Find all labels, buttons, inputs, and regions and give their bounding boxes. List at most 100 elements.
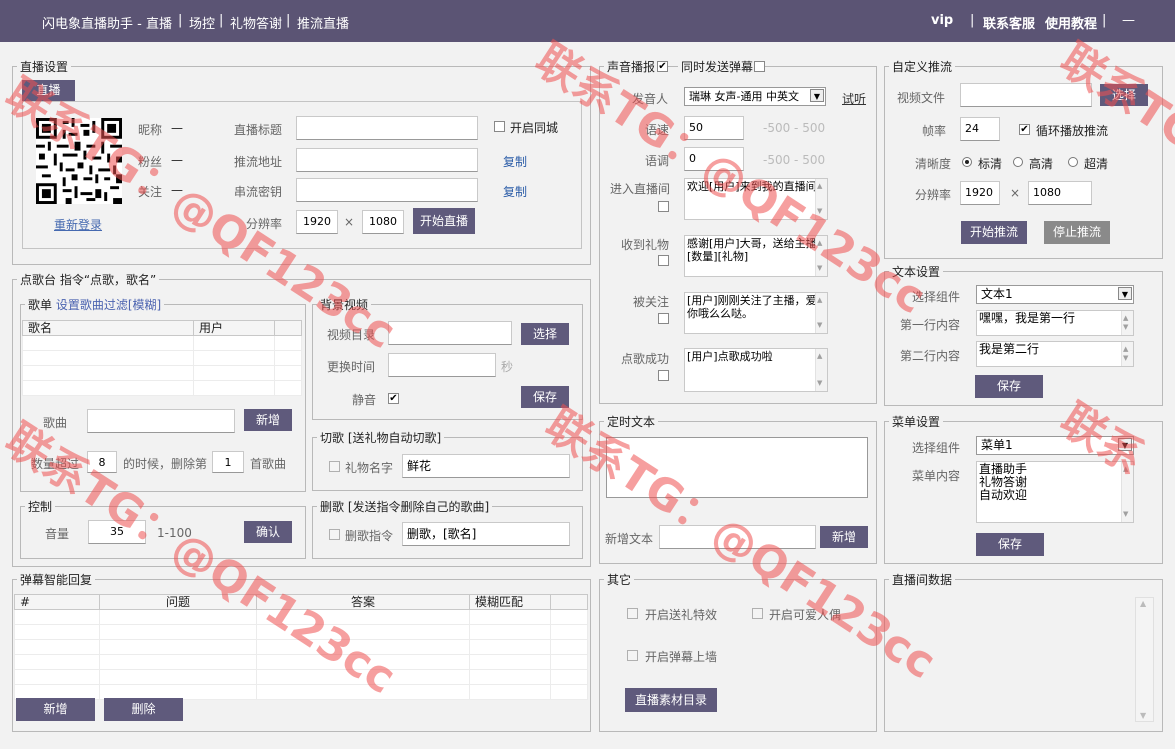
new-text-input[interactable] bbox=[659, 525, 816, 549]
gift-received-checkbox[interactable] bbox=[658, 255, 669, 266]
song-input[interactable] bbox=[87, 409, 235, 433]
stream-key-label: 串流密钥 bbox=[234, 185, 283, 199]
cut-song-title: 切歌 [送礼物自动切歌] bbox=[317, 429, 445, 446]
add-reply-button[interactable]: 新增 bbox=[16, 698, 95, 721]
same-city-checkbox[interactable] bbox=[494, 121, 505, 132]
delete-reply-button[interactable]: 删除 bbox=[104, 698, 183, 721]
resolution-height-input[interactable]: 1080 bbox=[362, 210, 404, 234]
copy-url-link[interactable]: 复制 bbox=[503, 153, 527, 170]
fps-input[interactable]: 24 bbox=[960, 117, 1000, 141]
add-timed-text-button[interactable]: 新增 bbox=[820, 526, 868, 548]
nav-separator: | bbox=[970, 13, 975, 28]
live-title-input[interactable] bbox=[296, 116, 478, 140]
text-component-select[interactable]: 文本1 ▼ bbox=[976, 285, 1134, 304]
followed-textarea[interactable]: [用户]刚刚关注了主播，爱你哦么么哒。 bbox=[684, 292, 828, 334]
save-text-settings-button[interactable]: 保存 bbox=[975, 375, 1043, 398]
tutorial-link[interactable]: 使用教程 bbox=[1045, 13, 1097, 32]
room-data-scrollbar[interactable]: ▲ ▼ bbox=[1135, 597, 1154, 722]
menu-component-select[interactable]: 菜单1 ▼ bbox=[976, 436, 1134, 455]
delete-song-title: 删歌 [发送指令删除自己的歌曲] bbox=[317, 498, 493, 515]
scrollbar[interactable] bbox=[815, 293, 827, 333]
line2-textarea[interactable]: 我是第二行 bbox=[976, 341, 1134, 367]
mute-checkbox[interactable]: ✔ bbox=[388, 393, 399, 404]
scrollbar[interactable] bbox=[815, 349, 827, 391]
scrollbar[interactable] bbox=[1121, 342, 1133, 366]
support-link[interactable]: 联系客服 bbox=[983, 13, 1035, 32]
gift-received-textarea[interactable]: 感谢[用户]大哥，送给主播[数量][礼物] bbox=[684, 235, 828, 277]
timed-text-list[interactable] bbox=[606, 437, 868, 498]
text-component-value: 文本1 bbox=[981, 287, 1013, 301]
save-bg-video-button[interactable]: 保存 bbox=[521, 386, 569, 408]
speaker-select[interactable]: 瑞琳 女声-通用 中英文 ▼ bbox=[684, 87, 826, 106]
delete-index-label: 的时候，删除第 bbox=[123, 457, 208, 471]
copy-key-link[interactable]: 复制 bbox=[503, 183, 527, 200]
clarity-high-radio[interactable] bbox=[1013, 157, 1023, 167]
resolution-width-input[interactable]: 1920 bbox=[296, 210, 338, 234]
voice-broadcast-checkbox[interactable]: ✔ bbox=[657, 61, 668, 72]
scrollbar[interactable] bbox=[815, 236, 827, 276]
minimize-button[interactable]: — bbox=[1122, 13, 1135, 28]
start-live-button[interactable]: 开始直播 bbox=[413, 208, 475, 234]
listen-link[interactable]: 试听 bbox=[842, 90, 866, 107]
speed-input[interactable]: 50 bbox=[684, 116, 744, 140]
change-time-input[interactable] bbox=[388, 353, 496, 377]
menu-content-textarea[interactable]: 直播助手 礼物答谢 自动欢迎 bbox=[976, 461, 1134, 523]
select-video-dir-button[interactable]: 选择 bbox=[521, 323, 569, 345]
sync-danmu-checkbox[interactable] bbox=[754, 61, 765, 72]
line1-textarea[interactable]: 嘿嘿，我是第一行 bbox=[976, 310, 1134, 336]
push-url-input[interactable] bbox=[296, 148, 478, 172]
clarity-ultra-radio[interactable] bbox=[1068, 157, 1078, 167]
clarity-standard-radio[interactable] bbox=[962, 157, 972, 167]
clarity-label: 清晰度 bbox=[915, 157, 952, 171]
gift-name-input[interactable]: 鲜花 bbox=[402, 454, 570, 478]
relogin-link[interactable]: 重新登录 bbox=[54, 216, 102, 233]
vip-link[interactable]: vip bbox=[931, 13, 953, 28]
material-dir-button[interactable]: 直播素材目录 bbox=[625, 688, 717, 712]
cute-doll-checkbox[interactable] bbox=[752, 608, 763, 619]
tab-live[interactable]: 直播 bbox=[22, 80, 75, 101]
song-filter-link[interactable]: 设置歌曲过滤[模糊] bbox=[56, 298, 161, 312]
volume-input[interactable]: 35 bbox=[88, 520, 146, 544]
delete-cmd-input[interactable]: 删歌，[歌名] bbox=[402, 522, 570, 546]
fans-label: 粉丝 bbox=[138, 155, 163, 169]
cut-song-checkbox[interactable] bbox=[329, 461, 340, 472]
voice-broadcast-title: 声音播报 bbox=[604, 58, 659, 75]
delete-song-checkbox[interactable] bbox=[329, 529, 340, 540]
stop-push-button[interactable]: 停止推流 bbox=[1044, 221, 1110, 244]
nav-item-gift-thanks[interactable]: 礼物答谢 bbox=[230, 13, 282, 32]
scrollbar[interactable] bbox=[1121, 311, 1133, 335]
menu-content-label: 菜单内容 bbox=[912, 469, 961, 483]
video-dir-input[interactable] bbox=[388, 321, 512, 345]
nav-item-push-live[interactable]: 推流直播 bbox=[297, 13, 349, 32]
col-answer: 答案 bbox=[256, 594, 470, 610]
pitch-input[interactable]: 0 bbox=[684, 147, 744, 171]
scrollbar[interactable] bbox=[1121, 462, 1133, 522]
enter-room-checkbox[interactable] bbox=[658, 201, 669, 212]
push-res-height-input[interactable]: 1080 bbox=[1028, 181, 1092, 205]
song-success-textarea[interactable]: [用户]点歌成功啦 bbox=[684, 348, 828, 392]
max-count-input[interactable]: 8 bbox=[87, 451, 117, 473]
line1-label: 第一行内容 bbox=[900, 318, 961, 332]
cute-doll-label: 开启可爱人偶 bbox=[769, 608, 842, 622]
enter-room-textarea[interactable]: 欢迎[用户]来到我的直播间 bbox=[684, 178, 828, 220]
song-success-checkbox[interactable] bbox=[658, 370, 669, 381]
followed-checkbox[interactable] bbox=[658, 313, 669, 324]
video-file-input[interactable] bbox=[960, 83, 1092, 107]
add-song-button[interactable]: 新增 bbox=[244, 409, 292, 431]
start-push-button[interactable]: 开始推流 bbox=[961, 221, 1027, 244]
menu-component-label: 选择组件 bbox=[912, 441, 961, 455]
delete-index-input[interactable]: 1 bbox=[212, 451, 244, 473]
gift-fx-checkbox[interactable] bbox=[627, 608, 638, 619]
nav-item-field-control[interactable]: 场控 bbox=[189, 13, 215, 32]
select-video-file-button[interactable]: 选择 bbox=[1100, 84, 1148, 106]
room-data-title: 直播间数据 bbox=[889, 571, 956, 588]
stream-key-input[interactable] bbox=[296, 178, 478, 202]
danmu-reply-title: 弹幕智能回复 bbox=[17, 571, 96, 588]
scrollbar[interactable] bbox=[815, 179, 827, 219]
danmu-wall-checkbox[interactable] bbox=[627, 650, 638, 661]
loop-push-checkbox[interactable]: ✔ bbox=[1019, 124, 1030, 135]
push-res-width-input[interactable]: 1920 bbox=[960, 181, 1000, 205]
confirm-volume-button[interactable]: 确认 bbox=[244, 521, 292, 543]
followed-label: 被关注 bbox=[633, 295, 670, 309]
save-menu-settings-button[interactable]: 保存 bbox=[976, 533, 1044, 556]
